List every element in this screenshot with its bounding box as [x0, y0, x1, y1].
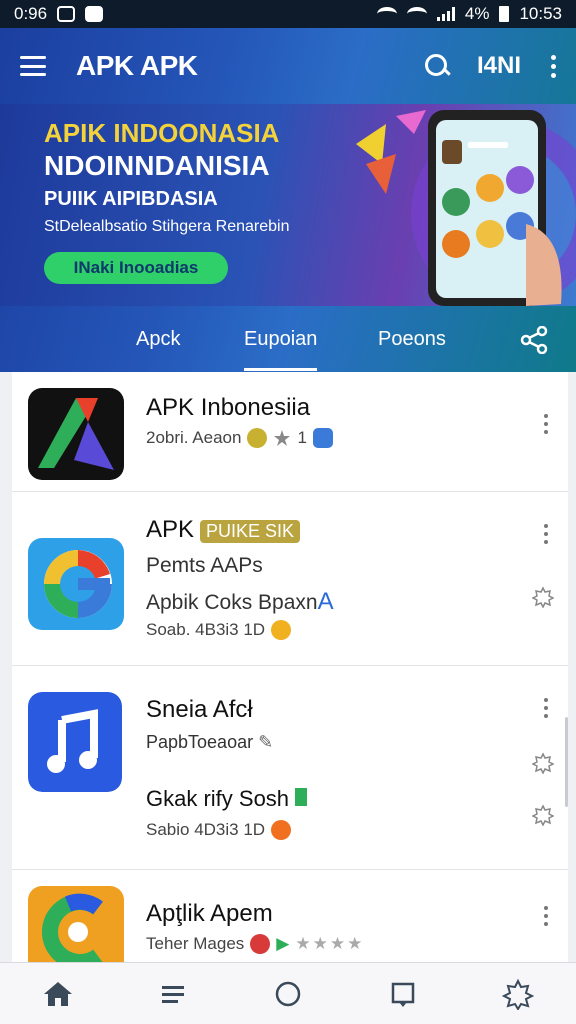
app-title: APK Inbonesiia — [146, 394, 311, 421]
puzzle-icon[interactable] — [532, 804, 554, 826]
app-meta-text: Teher Mages — [146, 934, 245, 953]
app-description-text: Apbik Coks Bpaxn — [146, 591, 318, 614]
app-title: Sneia Afcł — [146, 696, 253, 723]
list-item[interactable]: APK Inbonesiia 2obri. Aeaon 1 — [12, 372, 568, 492]
app-meta-text: Sabio 4D3i3 1D — [146, 820, 266, 839]
chat-icon — [312, 428, 333, 448]
status-left: 0:96 — [14, 4, 104, 24]
phone-illustration — [356, 110, 576, 306]
home-icon[interactable] — [42, 978, 74, 1010]
app-meta: Soab. 4B3i3 1D — [146, 620, 292, 640]
app-subtitle: Pemts AAPs — [146, 554, 263, 577]
edit-icon: ✎ — [258, 732, 274, 752]
banner-title: NDOINNDANISIA — [44, 150, 270, 181]
emoji-icon — [271, 620, 292, 640]
rating-stars: ★★★★ — [295, 934, 365, 953]
app-description-suffix: A — [317, 588, 334, 615]
tab-eupoian[interactable]: Eupoian — [244, 328, 318, 371]
bottom-nav — [0, 962, 576, 1024]
more-vertical-icon[interactable] — [551, 54, 556, 78]
wifi-icon — [376, 7, 397, 21]
app-meta-text: Soab. 4B3i3 1D — [146, 620, 266, 639]
app-icon-aplik — [28, 886, 124, 962]
signal-icon — [436, 7, 455, 21]
tab-apck[interactable]: Apck — [136, 328, 180, 351]
app-subtitle-text: PapbToeaoar — [146, 732, 254, 752]
app-bar: APK APK I4NI — [0, 28, 576, 104]
share-icon[interactable] — [520, 326, 548, 354]
list-item[interactable]: Sneia Afcł PapbToeaoar ✎ Gkak rify Sosh … — [12, 666, 568, 870]
puzzle-icon[interactable] — [532, 752, 554, 774]
circle-home-icon[interactable] — [272, 978, 304, 1010]
app-title-text: APK — [146, 516, 195, 543]
status-bar: 0:96 4% 10:53 — [0, 0, 576, 28]
app-icon-apk-indonesia — [28, 388, 124, 480]
tab-bar: Apck Eupoian Poeons — [0, 306, 576, 372]
settings-icon[interactable] — [502, 978, 535, 1010]
app-subtitle: PapbToeaoar ✎ — [146, 732, 273, 753]
banner-tagline: StDelealbsatio Stihgera Renarebin — [44, 218, 290, 235]
appbar-action-label[interactable]: I4NI — [477, 52, 521, 80]
status-time-left: 0:96 — [14, 4, 48, 23]
play-icon: ▶ — [276, 934, 290, 953]
list-item[interactable]: Apţlik Apem Teher Mages ▶ ★★★★ — [12, 870, 568, 962]
promo-banner[interactable]: APIK INDOONASIA NDOINNDANISIA PUIIK AIPI… — [0, 104, 576, 306]
list-item[interactable]: APK PUIKE SIK Pemts AAPs Apbik Coks Bpaxn… — [12, 492, 568, 666]
app-title: APK PUIKE SIK — [146, 516, 301, 544]
app-description: Apbik Coks BpaxnA — [146, 588, 334, 616]
notification-icon — [57, 6, 76, 22]
badge-icon — [250, 934, 271, 954]
flag-icon — [295, 788, 308, 806]
banner-cta-button[interactable]: INaki Inooadias — [44, 252, 228, 284]
battery-percent: 4% — [464, 4, 490, 23]
banner-headline: APIK INDOONASIA — [44, 118, 280, 148]
status-right: 4% 10:53 — [376, 4, 562, 24]
app-list: APK Inbonesiia 2obri. Aeaon 1 APK PUIKE S… — [12, 372, 568, 962]
battery-icon — [499, 6, 510, 22]
wifi-alt-icon — [406, 7, 427, 21]
puzzle-icon[interactable] — [532, 586, 554, 608]
item-more-icon[interactable] — [544, 906, 548, 926]
emoji-icon — [271, 820, 292, 840]
app-title: APK APK — [76, 50, 198, 81]
rating-count: 1 — [297, 428, 307, 447]
app-icon-music — [28, 692, 122, 792]
app-meta-text: 2obri. Aeaon — [146, 428, 242, 447]
app-description: Gkak rify Sosh — [146, 786, 308, 812]
message-icon — [85, 6, 104, 22]
scrollbar[interactable] — [565, 717, 568, 807]
app-meta: Sabio 4D3i3 1D — [146, 820, 292, 840]
app-icon-google — [28, 538, 124, 630]
book-icon[interactable] — [387, 978, 419, 1010]
award-icon — [247, 428, 268, 448]
app-title: Apţlik Apem — [146, 900, 273, 927]
item-more-icon[interactable] — [544, 414, 548, 434]
app-description-text: Gkak rify Sosh — [146, 786, 290, 811]
list-icon[interactable] — [157, 978, 189, 1010]
app-highlight-badge: PUIKE SIK — [200, 520, 301, 543]
tab-poeons[interactable]: Poeons — [378, 328, 446, 351]
app-meta: 2obri. Aeaon 1 — [146, 428, 333, 448]
item-more-icon[interactable] — [544, 524, 548, 544]
status-time-right: 10:53 — [519, 4, 562, 23]
search-icon[interactable] — [423, 52, 451, 80]
star-icon — [274, 430, 291, 446]
banner-subtitle: PUIIK AIPIBDASIA — [44, 188, 218, 210]
menu-icon[interactable] — [20, 56, 46, 76]
item-more-icon[interactable] — [544, 698, 548, 718]
header: APK APK I4NI APIK INDOONASIA NDOINNDANIS… — [0, 28, 576, 372]
app-meta: Teher Mages ▶ ★★★★ — [146, 934, 364, 954]
